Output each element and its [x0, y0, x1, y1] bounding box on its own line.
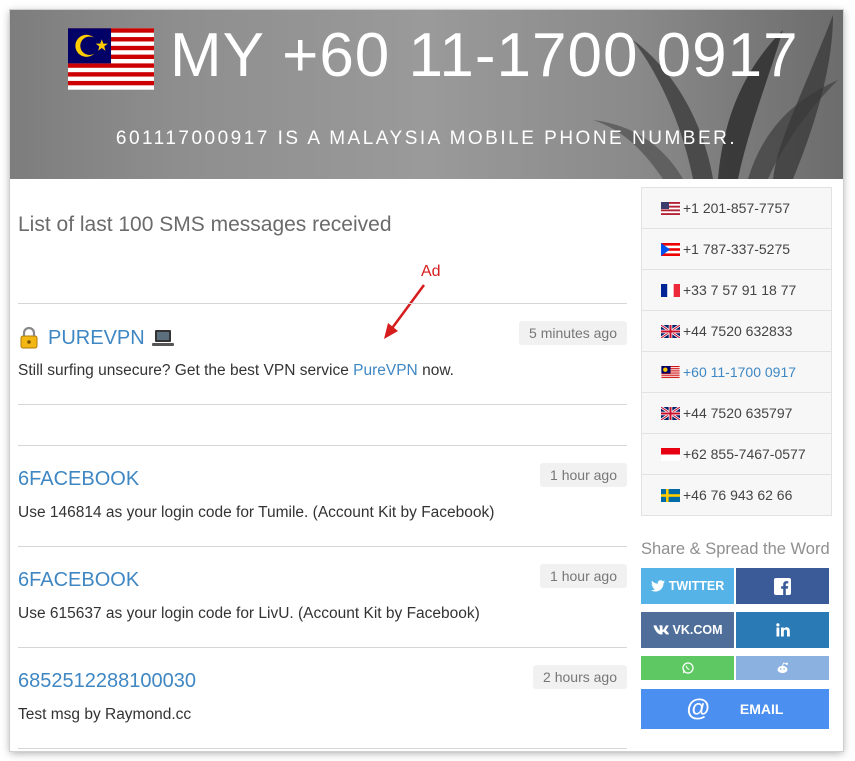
hero-banner: MY +60 11-1700 0917 601117000917 IS A MA… — [10, 10, 843, 179]
laptop-icon — [151, 330, 174, 346]
share-buttons: TWITTER VK.COM — [641, 568, 832, 680]
vk-label: VK.COM — [672, 623, 723, 637]
number-text: +62 855-7467-0577 — [683, 446, 806, 462]
ad-sender-name: PUREVPN — [48, 326, 145, 349]
reddit-icon — [777, 662, 788, 674]
number-item-pr[interactable]: +1 787-337-5275 — [642, 229, 831, 270]
number-item-se[interactable]: +46 76 943 62 66 — [642, 475, 831, 515]
number-item-id[interactable]: +62 855-7467-0577 — [642, 434, 831, 475]
purevpn-link[interactable]: PureVPN — [353, 362, 418, 379]
message-time-badge: 2 hours ago — [533, 665, 627, 689]
ad-message-item: PUREVPN 5 minutes ago Still surfing unse… — [18, 303, 627, 404]
sms-list-title: List of last 100 SMS messages received — [18, 213, 392, 236]
ad-body-suffix: now. — [417, 362, 454, 379]
message-item: 6852512288100030 2 hours ago Test msg by… — [18, 647, 627, 749]
message-time-badge: 1 hour ago — [540, 463, 627, 487]
linkedin-icon — [775, 623, 790, 637]
twitter-icon — [650, 580, 665, 592]
france-flag-icon — [661, 283, 680, 297]
reddit-share-button[interactable] — [736, 656, 829, 680]
page-title: MY +60 11-1700 0917 — [170, 21, 799, 90]
message-body: Use 146814 as your login code for Tumile… — [18, 504, 495, 521]
number-text: +33 7 57 91 18 77 — [683, 282, 797, 298]
page-subtitle: 601117000917 IS A MALAYSIA MOBILE PHONE … — [115, 128, 738, 149]
email-share-button[interactable]: @ EMAIL — [641, 689, 829, 729]
number-item-my[interactable]: +60 11-1700 0917 — [642, 352, 831, 393]
number-item-us[interactable]: +1 201-857-7757 — [642, 188, 831, 229]
at-icon: @ — [686, 695, 710, 722]
ad-body-prefix: Still surfing unsecure? Get the best VPN… — [18, 362, 354, 379]
malaysia-flag-icon — [661, 365, 680, 379]
twitter-share-button[interactable]: TWITTER — [641, 568, 734, 604]
malaysia-flag-icon — [68, 28, 154, 90]
message-sender[interactable]: 6852512288100030 — [18, 670, 196, 693]
message-time-badge: 1 hour ago — [540, 564, 627, 588]
browser-frame: MY +60 11-1700 0917 601117000917 IS A MA… — [10, 10, 843, 751]
ad-time-badge: 5 minutes ago — [519, 321, 627, 345]
number-text: +60 11-1700 0917 — [683, 364, 797, 380]
number-text: +46 76 943 62 66 — [683, 487, 793, 503]
us-flag-icon — [661, 201, 680, 215]
indonesia-flag-icon — [661, 447, 680, 461]
number-text: +44 7520 632833 — [683, 323, 793, 339]
number-text: +44 7520 635797 — [683, 405, 793, 421]
uk-flag-icon — [661, 324, 680, 338]
ad-divider — [18, 404, 627, 445]
facebook-share-button[interactable] — [736, 568, 829, 604]
vk-share-button[interactable]: VK.COM — [641, 612, 734, 648]
number-text: +1 787-337-5275 — [683, 241, 791, 257]
ad-body: Still surfing unsecure? Get the best VPN… — [18, 362, 454, 380]
message-item: 6FACEBOOK 1 hour ago Use 146814 as your … — [18, 445, 627, 546]
number-text: +1 201-857-7757 — [683, 200, 791, 216]
number-item-fr[interactable]: +33 7 57 91 18 77 — [642, 270, 831, 311]
lock-key-icon — [20, 326, 38, 349]
message-body: Test msg by Raymond.cc — [18, 706, 192, 723]
message-sender[interactable]: 6FACEBOOK — [18, 468, 139, 491]
message-item: 6FACEBOOK 1 hour ago Use 615637 as your … — [18, 546, 627, 647]
message-body: Use 615637 as your login code for LivU. … — [18, 605, 480, 622]
number-list: +1 201-857-7757 +1 787-337-5275 +33 7 57… — [641, 187, 832, 516]
whatsapp-icon — [681, 662, 694, 674]
vk-icon — [653, 625, 669, 635]
message-sender[interactable]: 6FACEBOOK — [18, 569, 139, 592]
uk-flag-icon — [661, 406, 680, 420]
facebook-icon — [774, 577, 791, 595]
ad-annotation-label: Ad — [421, 263, 441, 280]
sweden-flag-icon — [661, 488, 680, 502]
whatsapp-share-button[interactable] — [641, 656, 734, 680]
ad-sender[interactable]: PUREVPN — [18, 326, 175, 350]
linkedin-share-button[interactable] — [736, 612, 829, 648]
puerto-rico-flag-icon — [661, 242, 680, 256]
email-label: EMAIL — [739, 701, 784, 717]
share-title: Share & Spread the Word — [641, 540, 830, 558]
number-item-gb[interactable]: +44 7520 632833 — [642, 311, 831, 352]
twitter-label: TWITTER — [668, 579, 725, 593]
number-item-gb[interactable]: +44 7520 635797 — [642, 393, 831, 434]
sidebar: +1 201-857-7757 +1 787-337-5275 +33 7 57… — [641, 187, 832, 729]
